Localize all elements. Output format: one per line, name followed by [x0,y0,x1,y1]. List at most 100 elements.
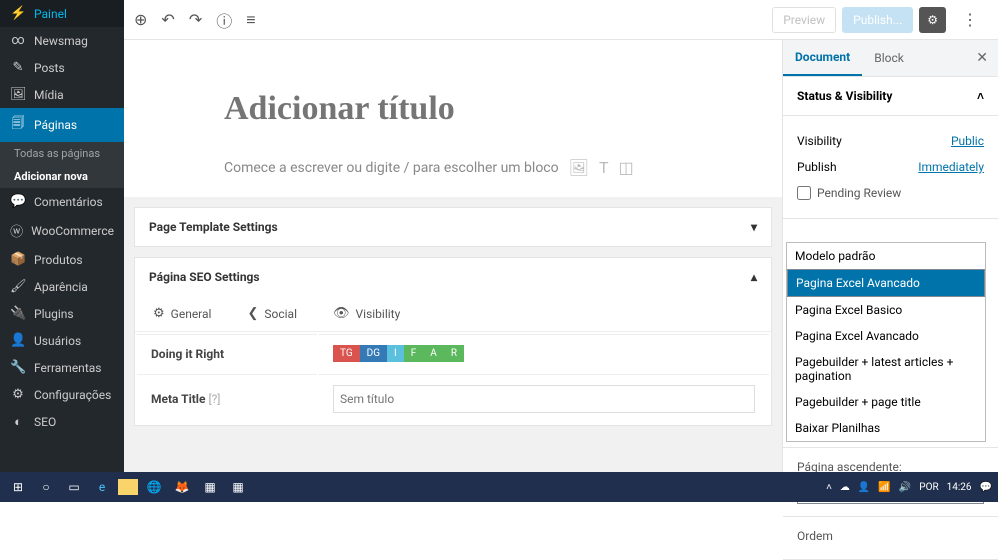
publish-label: Publish [797,160,837,174]
publish-button[interactable]: Publish... [842,7,913,33]
info-button[interactable]: ⓘ [216,8,232,32]
paragraph-placeholder[interactable]: Comece a escrever ou digite / para escol… [224,158,682,177]
sidebar-item-ferramentas[interactable]: 🔧Ferramentas [0,354,124,381]
product-icon: 📦 [10,252,26,267]
chrome-icon[interactable]: 🌐 [142,475,166,499]
app2-icon[interactable]: ▦ [226,475,250,499]
tray-up-icon[interactable]: ˄ [826,482,832,493]
onedrive-icon[interactable]: ☁ [840,482,850,493]
sidebar-item-paginas[interactable]: 🗐Páginas [0,108,124,142]
template-option[interactable]: Pagina Excel Avancado [787,269,985,297]
seo-tab-general[interactable]: ⚙General [135,296,229,331]
page-icon: 🗐 [10,114,26,136]
post-title-input[interactable]: Adicionar título [224,90,682,128]
preview-button[interactable]: Preview [772,7,836,33]
tab-block[interactable]: Block [862,41,916,75]
chevron-down-icon: ▾ [751,220,757,234]
visibility-value[interactable]: Public [951,134,984,148]
page-template-header[interactable]: Page Template Settings ▾ [135,208,771,246]
sidebar-item-usuarios[interactable]: 👤Usuários [0,327,124,354]
admin-sidebar: ⚡Painel ∞Newsmag ✎Posts 🖼Mídia 🗐Páginas … [0,0,124,472]
seo-icon: ◐ [10,414,26,430]
redo-button[interactable]: ↷ [189,10,202,29]
template-option[interactable]: Baixar Planilhas [787,415,985,441]
newsmag-icon: ∞ [10,33,26,48]
sidebar-item-posts[interactable]: ✎Posts [0,54,124,81]
seo-badge: F [404,345,424,362]
close-settings-button[interactable]: ✕ [976,50,988,66]
notification-icon[interactable]: 💬 [980,482,992,493]
eye-icon: 👁 [333,306,350,321]
meta-title-label: Meta Title [?] [137,374,317,423]
clock[interactable]: 14:26 [947,482,972,493]
sidebar-item-produtos[interactable]: 📦Produtos [0,246,124,273]
publish-value[interactable]: Immediately [918,160,984,174]
order-label: Ordem [797,529,984,543]
seo-header[interactable]: Página SEO Settings ▴ [135,258,771,296]
edge-icon[interactable]: e [90,475,114,499]
sidebar-item-configuracoes[interactable]: ⚙Configurações [0,381,124,408]
template-option[interactable]: Pagebuilder + latest articles + paginati… [787,349,985,389]
editor-main: Adicionar título Comece a escrever ou di… [124,40,782,472]
brush-icon: 🖌 [10,279,26,294]
add-block-button[interactable]: ⊕ [134,10,147,29]
template-option[interactable]: Pagina Excel Basico [787,297,985,323]
seo-tab-social[interactable]: ❮Social [229,296,315,331]
sidebar-item-aparencia[interactable]: 🖌Aparência [0,273,124,300]
app-icon[interactable]: ▦ [198,475,222,499]
network-icon[interactable]: 📶 [878,482,890,493]
sidebar-item-midia[interactable]: 🖼Mídia [0,81,124,108]
template-option[interactable]: Modelo padrão [787,243,985,269]
template-option[interactable]: Pagina Excel Avancado [787,323,985,349]
seo-metabox: Página SEO Settings ▴ ⚙General ❮Social 👁… [134,257,772,426]
explorer-icon[interactable] [118,479,138,495]
gear-icon: ⚙ [153,306,165,321]
status-visibility-header[interactable]: Status & Visibility ˄ [783,77,998,116]
dashboard-icon: ⚡ [10,6,26,21]
language-indicator[interactable]: POR [919,482,938,493]
sidebar-item-painel[interactable]: ⚡Painel [0,0,124,27]
gallery-icon: ◫ [618,158,633,177]
windows-taskbar: ⊞ ○ ▭ e 🌐 🦊 ▦ ▦ ˄ ☁ 👤 📶 🔊 POR 14:26 💬 [0,472,998,502]
woo-icon: ⓦ [10,221,23,240]
chevron-up-icon: ▴ [751,270,757,284]
comment-icon: 💬 [10,194,26,209]
more-menu-button[interactable]: ⋮ [952,5,988,34]
seo-badge: R [444,345,464,362]
tab-document[interactable]: Document [783,40,862,76]
sidebar-item-comentarios[interactable]: 💬Comentários [0,188,124,215]
user-icon: 👤 [10,333,26,348]
undo-button[interactable]: ↶ [161,10,174,29]
volume-icon[interactable]: 🔊 [899,482,911,493]
sidebar-sub-adicionar[interactable]: Adicionar nova [0,165,124,188]
settings-panel: Document Block ✕ Status & Visibility ˄ V… [782,40,998,472]
editor-toolbar: ⊕ ↶ ↷ ⓘ ≡ Preview Publish... ⚙ ⋮ [124,0,998,40]
sidebar-item-plugins[interactable]: 🔌Plugins [0,300,124,327]
image-icon: 🖼 [569,158,589,177]
template-option[interactable]: Pagebuilder + page title [787,389,985,415]
chevron-up-icon: ˄ [977,89,984,103]
seo-badges: TGDGIFAR [333,345,755,362]
sidebar-item-newsmag[interactable]: ∞Newsmag [0,27,124,54]
settings-toggle-button[interactable]: ⚙ [919,7,946,33]
meta-title-input[interactable] [333,385,755,413]
sidebar-item-woocommerce[interactable]: ⓦWooCommerce [0,215,124,246]
firefox-icon[interactable]: 🦊 [170,475,194,499]
cortana-button[interactable]: ○ [34,475,58,499]
start-button[interactable]: ⊞ [6,475,30,499]
seo-badge: A [423,345,444,362]
plug-icon: 🔌 [10,306,26,321]
template-dropdown: Modelo padrãoPagina Excel AvancadoPagina… [786,242,986,442]
settings-icon: ⚙ [10,387,26,402]
outline-button[interactable]: ≡ [246,10,255,30]
visibility-label: Visibility [797,134,842,148]
seo-badge: I [387,345,404,362]
sidebar-item-seo[interactable]: ◐SEO [0,408,124,436]
seo-tab-visibility[interactable]: 👁Visibility [315,296,418,331]
seo-badge: DG [360,345,387,362]
sidebar-sub-todas[interactable]: Todas as páginas [0,142,124,165]
pending-review-checkbox[interactable]: Pending Review [797,186,901,200]
taskview-button[interactable]: ▭ [62,475,86,499]
people-icon[interactable]: 👤 [858,482,870,493]
pin-icon: ✎ [10,60,26,75]
